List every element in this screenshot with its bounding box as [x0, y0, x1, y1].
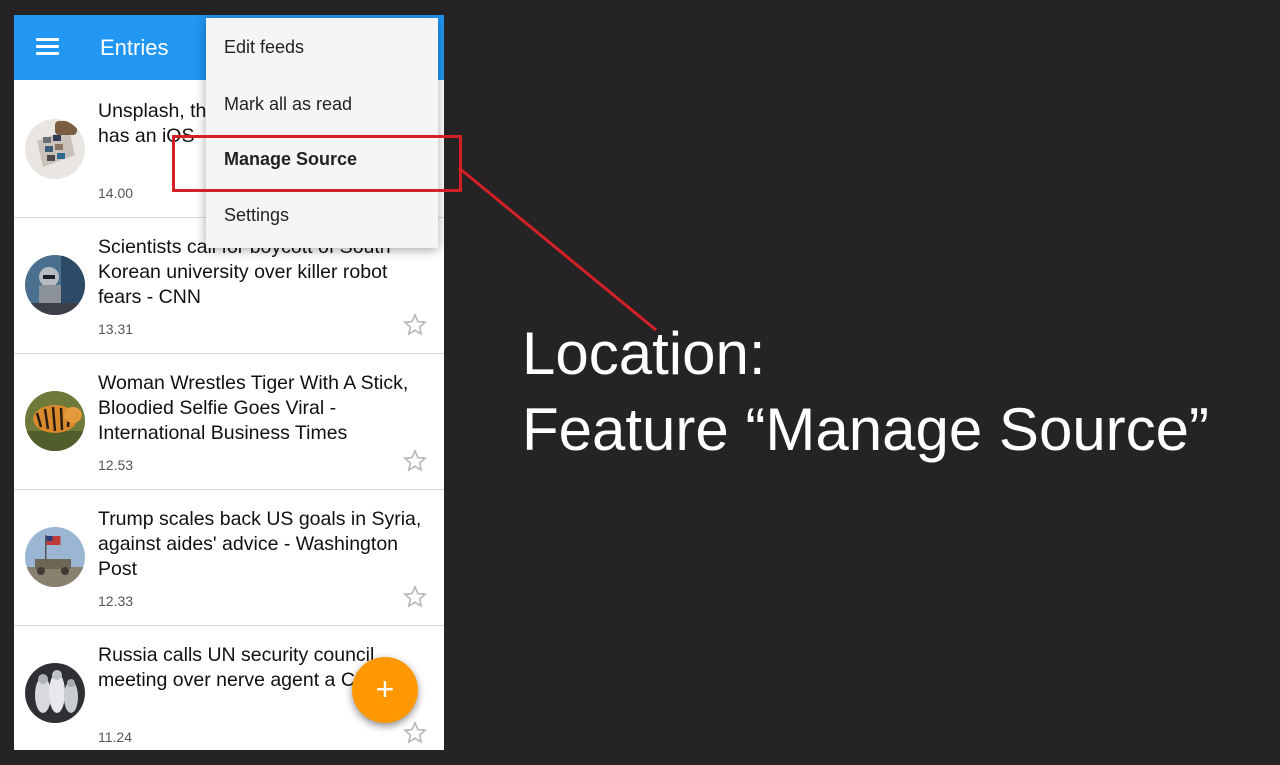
entry-time: 12.33: [98, 593, 134, 609]
star-icon[interactable]: [403, 585, 427, 609]
menu-item-label: Edit feeds: [224, 37, 305, 57]
annotation-caption: Location: Feature “Manage Source”: [522, 316, 1209, 468]
menu-item-label: Mark all as read: [224, 94, 353, 114]
plus-icon: +: [375, 671, 395, 707]
hamburger-menu-icon[interactable]: [36, 38, 60, 56]
list-item[interactable]: Trump scales back US goals in Syria, aga…: [14, 490, 444, 626]
page-title: Entries: [100, 35, 169, 60]
entry-title: Trump scales back US goals in Syria, aga…: [98, 508, 422, 580]
menu-item-label: Settings: [224, 205, 290, 225]
entry-time: 14.00: [98, 185, 134, 201]
entry-time: 12.53: [98, 457, 134, 473]
entry-thumbnail: [25, 255, 85, 315]
entry-thumbnail: [25, 527, 85, 587]
star-icon[interactable]: [403, 313, 427, 337]
menu-item-edit-feeds[interactable]: Edit feeds: [206, 23, 438, 73]
entry-thumbnail: [25, 391, 85, 451]
highlight-box: [172, 135, 462, 192]
menu-item-mark-all-read[interactable]: Mark all as read: [206, 80, 438, 130]
star-icon[interactable]: [403, 721, 427, 745]
entry-thumbnail: [25, 663, 85, 723]
add-feed-button[interactable]: +: [352, 657, 418, 723]
annotation-line-1: Location:: [522, 320, 766, 387]
entry-title: Woman Wrestles Tiger With A Stick, Blood…: [98, 372, 409, 444]
annotation-line-2: Feature “Manage Source”: [522, 396, 1210, 463]
entry-time: 11.24: [98, 729, 132, 745]
entry-time: 13.31: [98, 321, 134, 337]
star-icon[interactable]: [403, 449, 427, 473]
menu-item-settings[interactable]: Settings: [206, 191, 438, 241]
list-item[interactable]: Woman Wrestles Tiger With A Stick, Blood…: [14, 354, 444, 490]
entry-thumbnail: [25, 119, 85, 179]
overflow-menu: Edit feeds Mark all as read Manage Sourc…: [206, 18, 438, 248]
